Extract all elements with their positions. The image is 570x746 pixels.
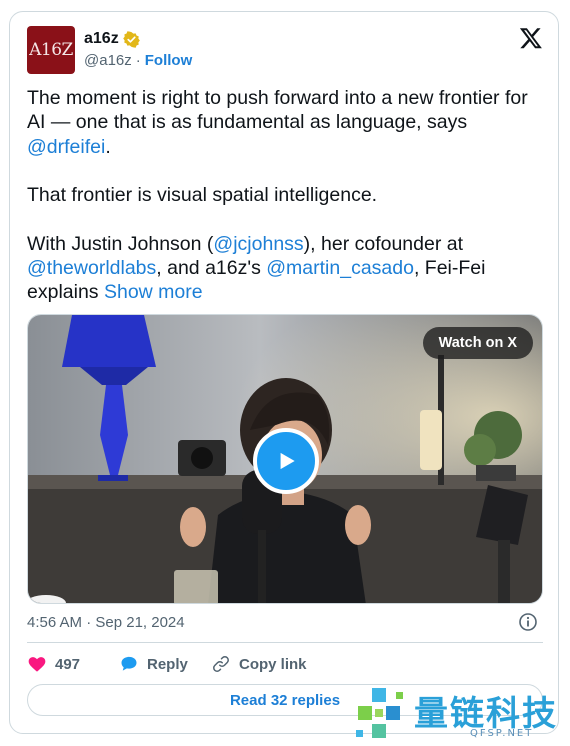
watermark-logo-icon xyxy=(356,688,403,738)
show-more-link[interactable]: Show more xyxy=(104,281,203,303)
reply-bubble-icon xyxy=(121,656,137,671)
play-button[interactable] xyxy=(253,428,319,494)
divider xyxy=(27,642,543,643)
mention-jcjohnss[interactable]: @jcjohnss xyxy=(213,233,303,255)
tweet-text-segment: With Justin Johnson ( xyxy=(27,232,214,255)
tweet-card[interactable]: A16Z a16z @a16z · Follow The moment is r… xyxy=(9,11,559,734)
tweet-text-segment: The moment is right to push forward into… xyxy=(27,87,528,134)
like-count: 497 xyxy=(55,655,81,673)
tweet-text-segment: , and a16z's xyxy=(156,257,267,280)
copy-link-button[interactable]: Copy link xyxy=(211,654,307,674)
author-handle-row: @a16z · Follow xyxy=(84,52,192,69)
tweet-text-segment: . xyxy=(105,135,111,158)
video-media[interactable]: Watch on X xyxy=(27,314,543,604)
tweet-actions: 497 Reply Copy link xyxy=(27,652,307,676)
like-button[interactable]: 497 xyxy=(27,654,119,674)
x-logo-icon[interactable] xyxy=(519,26,543,50)
reply-label: Reply xyxy=(147,655,188,673)
author-name-row: a16z xyxy=(84,30,140,48)
author-handle[interactable]: @a16z xyxy=(84,52,132,69)
play-icon xyxy=(280,452,295,470)
tweet-text: The moment is right to push forward into… xyxy=(27,86,547,305)
mention-drfeifei[interactable]: @drfeifei xyxy=(27,136,105,158)
author-avatar[interactable]: A16Z xyxy=(27,26,75,74)
link-icon xyxy=(213,656,229,672)
mention-theworldlabs[interactable]: @theworldlabs xyxy=(27,257,156,279)
handle-separator: · xyxy=(135,52,141,69)
verified-badge-icon xyxy=(122,30,140,48)
reply-button[interactable]: Reply xyxy=(119,654,211,674)
tweet-timestamp[interactable]: 4:56 AM · Sep 21, 2024 xyxy=(27,614,185,631)
copy-link-label: Copy link xyxy=(239,655,307,673)
tweet-paragraph: That frontier is visual spatial intellig… xyxy=(27,184,378,207)
follow-button[interactable]: Follow xyxy=(145,52,193,69)
watch-on-x-button[interactable]: Watch on X xyxy=(422,327,533,359)
author-display-name[interactable]: a16z xyxy=(84,30,119,48)
heart-icon xyxy=(28,657,46,672)
mention-martin-casado[interactable]: @martin_casado xyxy=(266,257,414,279)
watermark: 量链科技 QFSP.NET xyxy=(352,686,566,744)
tweet-text-segment: ), her cofounder at xyxy=(303,232,464,255)
watermark-subtext: QFSP.NET xyxy=(470,728,534,739)
avatar-logo-text: A16Z xyxy=(29,40,73,60)
info-icon[interactable] xyxy=(518,612,538,632)
